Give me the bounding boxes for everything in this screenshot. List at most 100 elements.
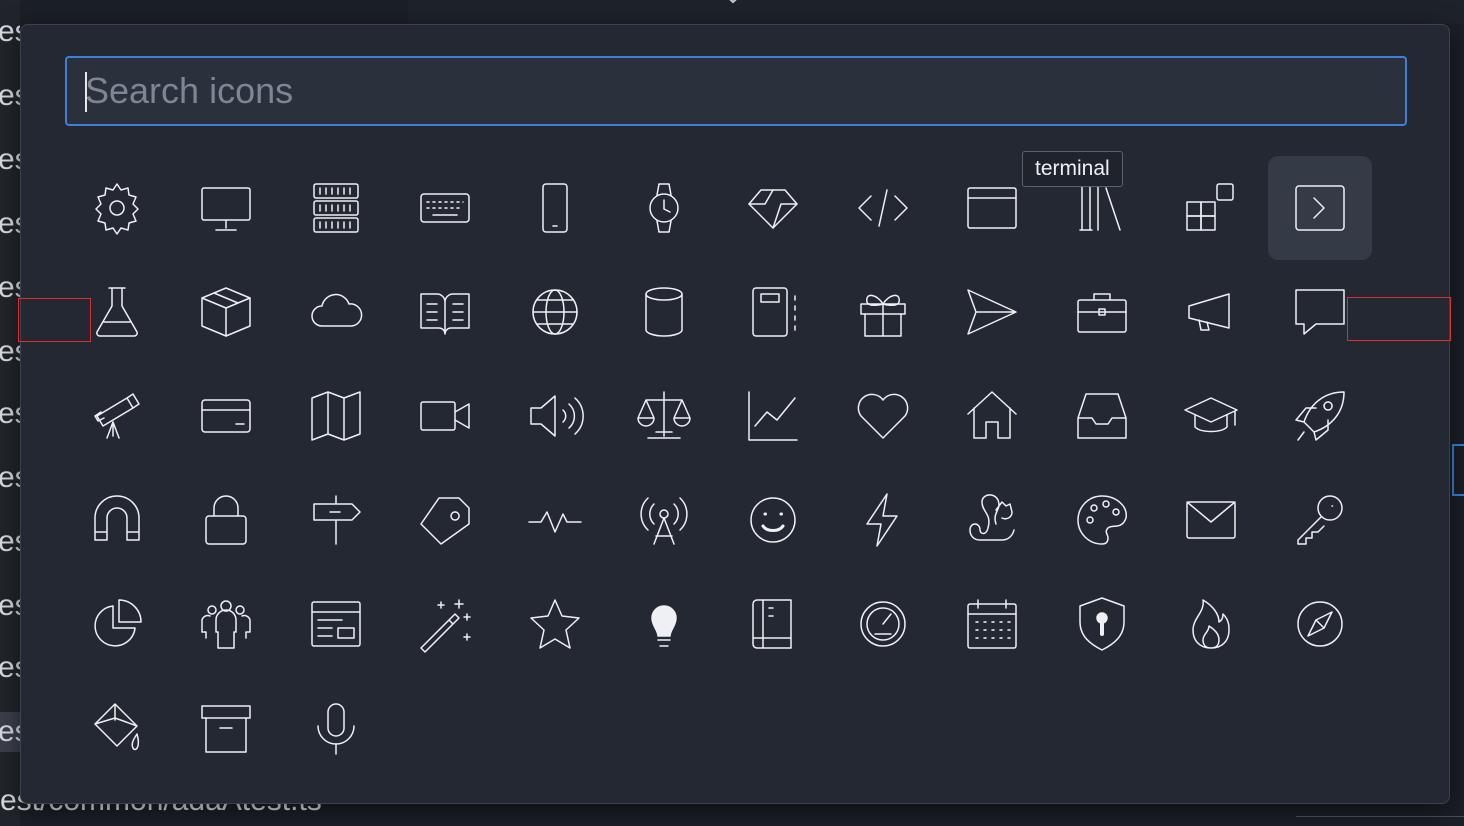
icon-option[interactable]: [65, 468, 169, 572]
icon-option[interactable]: [940, 260, 1044, 364]
icon-option[interactable]: [831, 572, 935, 676]
icon-option[interactable]: [831, 156, 935, 260]
icon-option[interactable]: [1050, 468, 1154, 572]
icon-tooltip: terminal: [1022, 151, 1123, 187]
editor-file-list: es es es es es es es es es es es es: [0, 0, 20, 826]
icon-option[interactable]: [1159, 572, 1263, 676]
icon-option[interactable]: [284, 572, 388, 676]
inbox-icon: [1076, 393, 1127, 439]
icon-option[interactable]: [174, 260, 278, 364]
search-input[interactable]: [65, 56, 1407, 126]
icon-option[interactable]: [721, 156, 825, 260]
icon-option[interactable]: [1050, 364, 1154, 468]
editor-file-row: es: [0, 397, 20, 430]
device-camera-video-icon: [420, 401, 470, 431]
icon-option[interactable]: [174, 364, 278, 468]
icon-option[interactable]: [284, 468, 388, 572]
icon-option[interactable]: [174, 156, 278, 260]
icon-option[interactable]: [503, 156, 607, 260]
graph-icon: [748, 391, 799, 441]
device-mobile-icon: [541, 183, 568, 233]
icon-option[interactable]: [503, 364, 607, 468]
editor-file-row: es: [0, 79, 20, 112]
icon-option[interactable]: [503, 468, 607, 572]
editor-divider: [1296, 816, 1464, 817]
icon-option[interactable]: [65, 156, 169, 260]
icon-option[interactable]: [1159, 468, 1263, 572]
lock-icon: [205, 495, 248, 545]
icon-option[interactable]: [940, 572, 1044, 676]
smiley-icon: [750, 497, 797, 543]
watch-icon: [649, 183, 679, 233]
icon-option[interactable]: [1159, 260, 1263, 364]
map-icon: [311, 391, 361, 441]
icon-option[interactable]: [612, 468, 716, 572]
icon-option[interactable]: [721, 572, 825, 676]
icon-option[interactable]: [1268, 468, 1372, 572]
icon-option[interactable]: [1268, 364, 1372, 468]
icon-option[interactable]: [1050, 572, 1154, 676]
server-icon: [313, 183, 359, 233]
icon-option[interactable]: [503, 572, 607, 676]
icon-option[interactable]: [174, 676, 278, 780]
heart-icon: [857, 393, 909, 439]
icon-option[interactable]: [393, 364, 497, 468]
palette-icon: [1076, 495, 1127, 545]
highlight-marker-right: [1347, 297, 1451, 341]
icon-option[interactable]: [940, 364, 1044, 468]
icon-option[interactable]: [1050, 260, 1154, 364]
icon-option[interactable]: [284, 676, 388, 780]
icon-option[interactable]: [831, 468, 935, 572]
icon-option[interactable]: [612, 260, 716, 364]
search-field[interactable]: [65, 56, 1407, 126]
icon-option[interactable]: [174, 572, 278, 676]
icon-option[interactable]: [65, 364, 169, 468]
icon-option[interactable]: [503, 260, 607, 364]
browser-icon: [967, 187, 1017, 229]
icon-option[interactable]: [831, 260, 935, 364]
icon-option[interactable]: [174, 468, 278, 572]
key-icon: [1297, 495, 1344, 545]
icon-option[interactable]: [1159, 364, 1263, 468]
icon-option[interactable]: [721, 260, 825, 364]
light-bulb-icon: [651, 605, 677, 647]
icon-option[interactable]: [612, 572, 716, 676]
rocket-icon: [1295, 391, 1346, 441]
icon-option[interactable]: [393, 572, 497, 676]
icon-picker-popover: terminal: [18, 24, 1451, 804]
icon-option[interactable]: [1159, 156, 1263, 260]
icon-option[interactable]: [721, 468, 825, 572]
icon-option[interactable]: [940, 468, 1044, 572]
gift-icon: [859, 294, 906, 337]
editor-file-row: es: [0, 15, 20, 48]
icon-option[interactable]: [1268, 156, 1373, 260]
dashboard-icon: [859, 601, 906, 647]
icon-option[interactable]: [721, 364, 825, 468]
icon-option[interactable]: [612, 156, 716, 260]
gear-icon: [95, 183, 139, 235]
popover-anchor-icon: [729, 0, 737, 4]
editor-file-row: es: [0, 335, 20, 368]
icon-option[interactable]: [1268, 572, 1372, 676]
broadcast-icon: [640, 497, 688, 545]
library-icon: [1078, 185, 1121, 231]
icon-option[interactable]: [284, 156, 388, 260]
notebook-icon: [752, 287, 797, 337]
icon-option[interactable]: [65, 572, 169, 676]
icon-option[interactable]: [393, 260, 497, 364]
unmute-icon: [529, 395, 584, 437]
icon-option[interactable]: [831, 364, 935, 468]
calendar-icon: [967, 599, 1017, 649]
magnet-icon: [94, 495, 140, 541]
icon-option[interactable]: [284, 364, 388, 468]
icon-option[interactable]: [65, 676, 169, 780]
icon-option[interactable]: [393, 156, 497, 260]
organization-icon: [201, 600, 252, 649]
briefcase-icon: [1076, 293, 1127, 333]
icon-option[interactable]: [393, 468, 497, 572]
paintbrush-icon: [94, 703, 140, 751]
globe-icon: [531, 289, 578, 335]
telescope-icon: [94, 393, 140, 439]
icon-option[interactable]: [612, 364, 716, 468]
icon-option[interactable]: [284, 260, 388, 364]
